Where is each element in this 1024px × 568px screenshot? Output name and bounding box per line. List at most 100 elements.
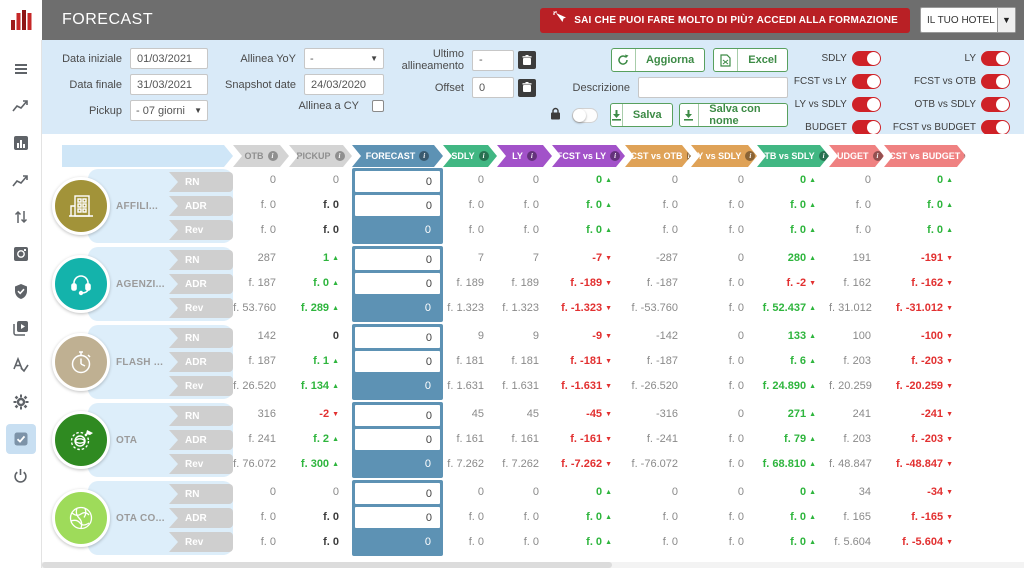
forecast-adr-input[interactable] — [355, 195, 440, 216]
column-ly_vs_sdly: 0f. 0f. 0 — [691, 324, 757, 400]
offset-input[interactable] — [472, 77, 514, 98]
cell-pickup-rn: 0 — [289, 168, 352, 193]
row-labels: RNADRRev — [169, 406, 233, 474]
forecast-rn-input[interactable] — [355, 483, 440, 504]
toggle-knob — [996, 52, 1009, 65]
allinea-yoy-select[interactable]: - ▼ — [304, 48, 384, 69]
row-label-adr: ADR — [169, 352, 233, 372]
toggle-switch-fcst-vs-ly[interactable] — [852, 74, 881, 89]
ultimo-allineamento-input[interactable] — [472, 50, 514, 71]
stopwatch-icon — [52, 333, 110, 391]
column-otb: 0f. 0f. 0 — [233, 480, 289, 556]
chevron-down-icon[interactable]: ▼ — [997, 8, 1015, 32]
info-icon[interactable]: i — [745, 151, 755, 161]
trend-down-icon: ▼ — [946, 436, 953, 443]
toggle-switch-budget[interactable] — [852, 120, 881, 135]
info-icon[interactable]: i — [687, 151, 691, 161]
snapshot-date-input[interactable] — [304, 74, 384, 95]
allinea-cy-checkbox[interactable] — [372, 100, 384, 112]
column-header-otb_vs_sdly[interactable]: OTB vs SDLYi — [757, 145, 829, 167]
info-icon[interactable]: i — [335, 151, 345, 161]
column-header-forecast[interactable]: FORECASTi — [352, 145, 443, 167]
column-header-label: LY — [512, 151, 523, 161]
toggle-knob — [867, 75, 880, 88]
trend-up-icon: ▲ — [332, 255, 339, 262]
info-icon[interactable]: i — [479, 151, 489, 161]
info-icon[interactable]: i — [527, 151, 537, 161]
forecast-adr-input[interactable] — [355, 429, 440, 450]
hotel-selector-dropdown[interactable]: IL TUO HOTEL ▼ — [920, 7, 1016, 33]
info-icon[interactable]: i — [268, 151, 278, 161]
trend-down-icon: ▼ — [946, 411, 953, 418]
column-fcst_vs_budget: -191▼f. -162▼f. -31.012▼ — [884, 246, 966, 322]
info-icon[interactable]: i — [819, 151, 829, 161]
column-header-otb[interactable]: OTBi — [233, 145, 289, 167]
sidebar-item-trend-chart-icon[interactable] — [6, 91, 36, 121]
salva-button[interactable]: Salva — [610, 103, 673, 127]
toggle-switch-ly-vs-sdly[interactable] — [852, 97, 881, 112]
trend-up-icon: ▲ — [809, 227, 816, 234]
column-header-pickup[interactable]: PICKUPi — [289, 145, 352, 167]
forecast-rn-input[interactable] — [355, 405, 440, 426]
salva-con-nome-button[interactable]: Salva con nome — [679, 103, 788, 127]
toggle-switch-fcst-vs-budget[interactable] — [981, 120, 1010, 135]
horizontal-scrollbar[interactable] — [42, 562, 1024, 568]
column-header-ly_vs_sdly[interactable]: LY vs SDLYi — [691, 145, 757, 167]
sidebar-item-power-icon[interactable] — [6, 461, 36, 491]
data-finale-input[interactable] — [130, 74, 208, 95]
info-icon[interactable]: i — [873, 151, 883, 161]
sidebar-item-snapshot-icon[interactable] — [6, 239, 36, 269]
sidebar-item-menu-icon[interactable] — [6, 54, 36, 84]
excel-button[interactable]: Excel — [713, 48, 788, 72]
aggiorna-button[interactable]: Aggiorna — [611, 48, 705, 72]
forecast-adr-input[interactable] — [355, 507, 440, 528]
column-otb: 287f. 187f. 53.760 — [233, 246, 289, 322]
info-icon[interactable]: i — [419, 151, 429, 161]
sidebar-item-video-library-icon[interactable] — [6, 313, 36, 343]
column-header-ly[interactable]: LY i — [497, 145, 552, 167]
offset-delete-button[interactable] — [518, 79, 536, 97]
column-header-fcst_vs_otb[interactable]: FCST vs OTBi — [625, 145, 691, 167]
trend-up-icon: ▲ — [332, 280, 339, 287]
sidebar-item-spellcheck-icon[interactable] — [6, 350, 36, 380]
toggle-switch-fcst-vs-otb[interactable] — [981, 74, 1010, 89]
cell-fcst_vs_budget-adr: f. 0▲ — [884, 193, 966, 218]
column-budget: 100f. 203f. 20.259 — [829, 324, 884, 400]
group-name: FLASH ... — [116, 357, 163, 368]
column-pickup: -2▼f. 2▲f. 300▲ — [289, 402, 352, 478]
column-header-fcst_vs_budget[interactable]: FCST vs BUDGETi — [884, 145, 966, 167]
cell-fcst_vs_ly-adr: f. -161▼ — [552, 427, 625, 452]
forecast-adr-input[interactable] — [355, 351, 440, 372]
data-iniziale-label: Data iniziale — [60, 53, 130, 65]
sidebar-item-bar-chart-icon[interactable] — [6, 128, 36, 158]
forecast-rn-input[interactable] — [355, 171, 440, 192]
sidebar-item-sort-arrows-icon[interactable] — [6, 202, 36, 232]
pickup-select[interactable]: - 07 giorni ▼ — [130, 100, 208, 121]
toggle-switch-otb-vs-sdly[interactable] — [981, 97, 1010, 112]
forecast-adr-input[interactable] — [355, 273, 440, 294]
column-header-sdly[interactable]: SDLYi — [443, 145, 497, 167]
forecast-rn-input[interactable] — [355, 249, 440, 270]
column-sdly: 0f. 0f. 0 — [443, 168, 497, 244]
column-header-budget[interactable]: BUDGETi — [829, 145, 884, 167]
toggle-switch-ly[interactable] — [981, 51, 1010, 66]
column-header-fcst_vs_ly[interactable]: FCST vs LYi — [552, 145, 625, 167]
ultimo-allineamento-delete-button[interactable] — [518, 51, 536, 69]
lock-toggle[interactable] — [572, 108, 598, 123]
sidebar-item-shield-check-icon[interactable] — [6, 276, 36, 306]
toggle-switch-sdly[interactable] — [852, 51, 881, 66]
trend-up-icon: ▲ — [605, 489, 612, 496]
sidebar-item-forecast-checkbox-icon[interactable] — [6, 424, 36, 454]
sidebar-item-line-chart-icon[interactable] — [6, 165, 36, 195]
trend-down-icon: ▼ — [946, 514, 953, 521]
sidebar-item-settings-gear-icon[interactable] — [6, 387, 36, 417]
training-banner-button[interactable]: SAI CHE PUOI FARE MOLTO DI PIÙ? ACCEDI A… — [540, 8, 910, 33]
cell-sdly-rev: f. 0 — [443, 218, 497, 243]
info-icon[interactable]: i — [610, 151, 620, 161]
descrizione-input[interactable] — [638, 77, 788, 98]
forecast-rn-input[interactable] — [355, 327, 440, 348]
data-iniziale-input[interactable] — [130, 48, 208, 69]
cell-otb-rev: f. 26.520 — [233, 374, 289, 399]
info-icon[interactable]: i — [964, 151, 966, 161]
trend-up-icon: ▲ — [332, 305, 339, 312]
